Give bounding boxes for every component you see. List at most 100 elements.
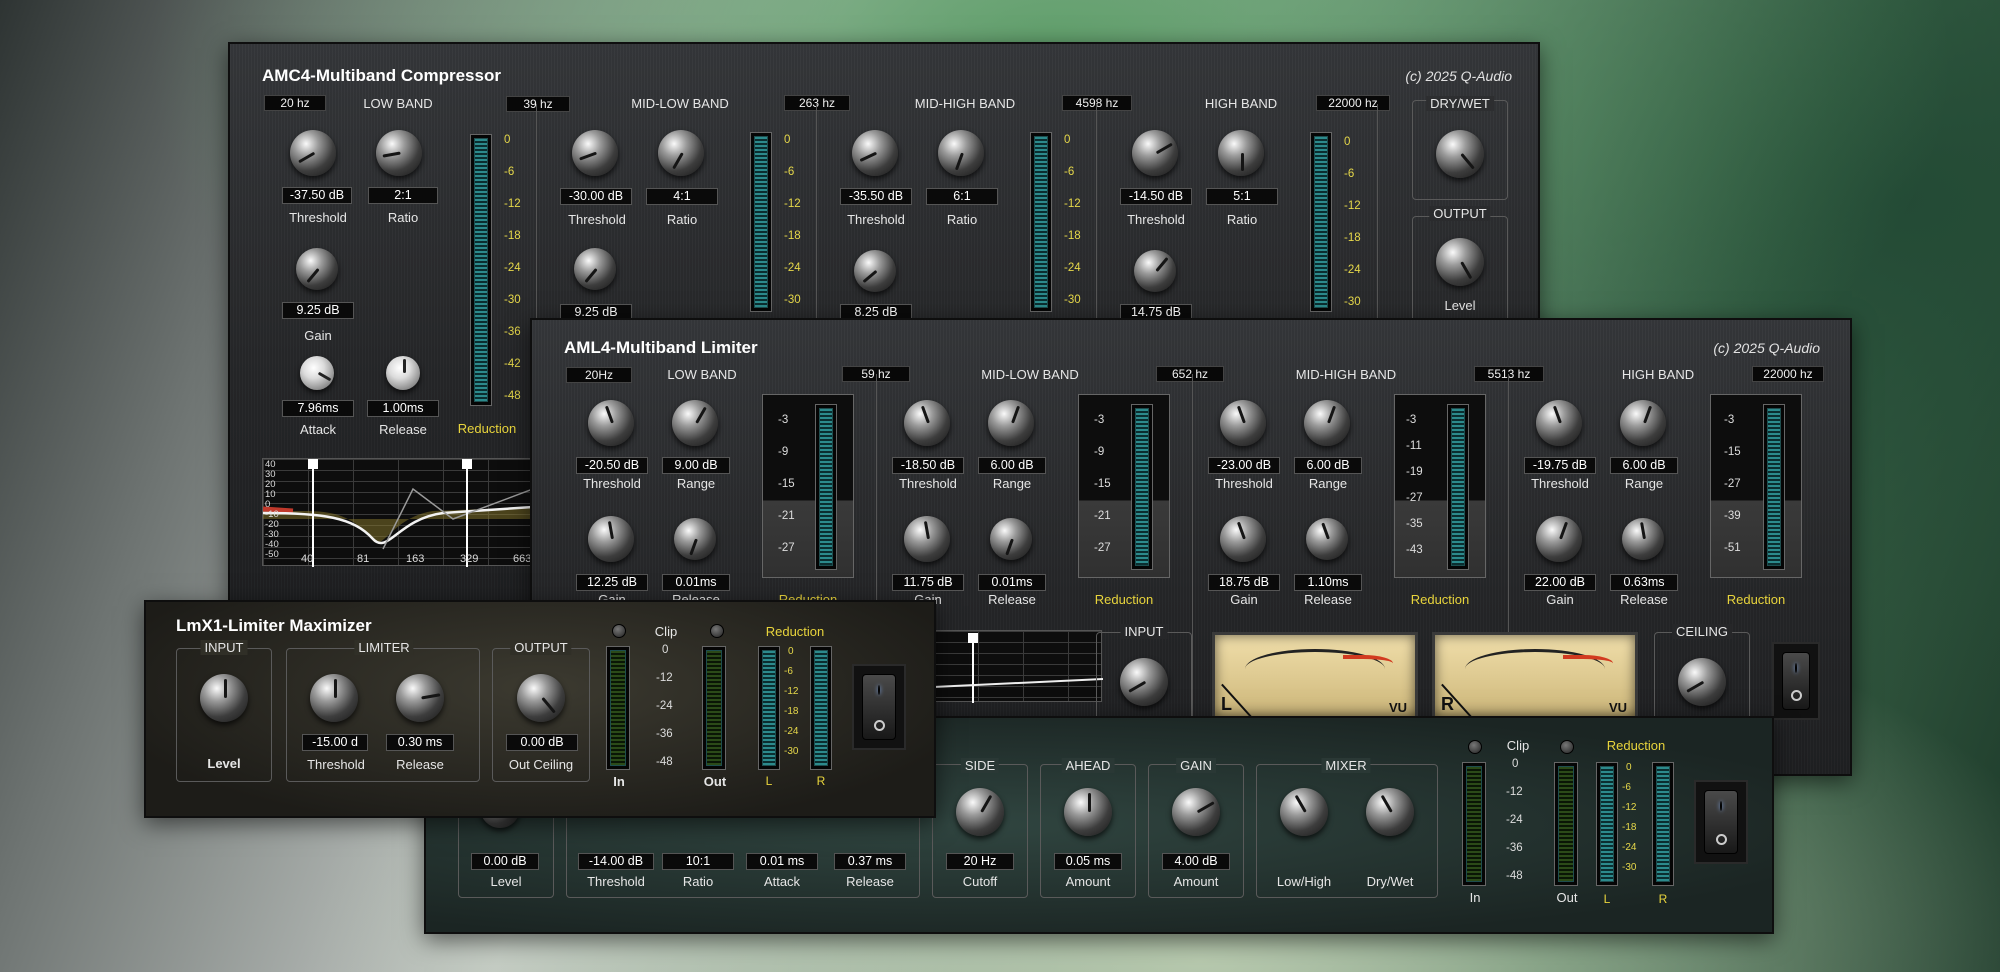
release-knob[interactable] <box>386 356 420 390</box>
aml4-freq-0[interactable]: 20Hz <box>566 367 632 383</box>
release-knob[interactable] <box>1306 518 1348 560</box>
gain-knob[interactable] <box>588 516 634 562</box>
gain-knob[interactable] <box>904 516 950 562</box>
ratio-label: Ratio <box>682 874 714 889</box>
range-value: 6.00 dB <box>978 457 1046 474</box>
meter-scale-label: -6 <box>1344 168 1355 180</box>
ratio-knob[interactable] <box>658 130 704 176</box>
meter-scale-label: 0 <box>1064 134 1071 146</box>
release-knob[interactable] <box>1622 518 1664 560</box>
threshold-knob[interactable] <box>1220 400 1266 446</box>
reduction-label: Reduction <box>765 624 825 639</box>
meter-scale-label: -30 <box>1064 294 1081 306</box>
meter-scale-label: -36 <box>504 326 521 338</box>
release-knob[interactable] <box>674 518 716 560</box>
side-cutoff-knob[interactable] <box>956 788 1004 836</box>
gain-knob[interactable] <box>1536 516 1582 562</box>
amc4-band-name: MID-LOW BAND <box>631 96 729 111</box>
output-level-knob[interactable] <box>1436 238 1484 286</box>
gain-knob[interactable] <box>1134 250 1176 292</box>
gain-knob[interactable] <box>854 250 896 292</box>
amc4-freq-2[interactable]: 263 hz <box>784 95 850 111</box>
amc4-freq-3[interactable]: 4598 hz <box>1062 95 1132 111</box>
gain-reduction-meter <box>1030 132 1052 312</box>
ratio-knob[interactable] <box>1218 130 1264 176</box>
reduction-meter-left <box>1596 762 1618 886</box>
fourth-power-switch[interactable] <box>1694 780 1748 864</box>
lowhigh-knob[interactable] <box>1280 788 1328 836</box>
release-label: Release <box>988 592 1036 607</box>
meter-scale-label: -6 <box>504 166 515 178</box>
release-knob[interactable] <box>396 674 444 722</box>
ratio-label: Ratio <box>946 212 978 227</box>
aml4-freq-2[interactable]: 652 hz <box>1156 366 1224 382</box>
ceiling-knob[interactable] <box>1678 658 1726 706</box>
clip-led-left <box>1468 740 1482 754</box>
threshold-knob[interactable] <box>1132 130 1178 176</box>
gain-reduction-bar <box>1447 404 1469 570</box>
meter-scale-label: -12 <box>504 198 521 210</box>
clip-led-right <box>1560 740 1574 754</box>
threshold-knob[interactable] <box>904 400 950 446</box>
threshold-knob[interactable] <box>1536 400 1582 446</box>
clip-scale: -36 <box>656 728 673 740</box>
ratio-knob[interactable] <box>938 130 984 176</box>
aml4-freq-4[interactable]: 22000 hz <box>1752 366 1824 382</box>
meter-scale-label: -30 <box>784 294 801 306</box>
reduction-scale: -12 <box>1622 802 1637 813</box>
attack-knob[interactable] <box>300 356 334 390</box>
range-value: 9.00 dB <box>662 457 730 474</box>
reduction-scale: -18 <box>1622 822 1637 833</box>
input-level-knob[interactable] <box>200 674 248 722</box>
ahead-knob[interactable] <box>1064 788 1112 836</box>
gain-knob[interactable] <box>296 248 338 290</box>
range-knob[interactable] <box>672 400 718 446</box>
aml4-freq-3[interactable]: 5513 hz <box>1474 366 1544 382</box>
threshold-knob[interactable] <box>310 674 358 722</box>
input-knob[interactable] <box>1120 658 1168 706</box>
attack-value: 7.96ms <box>282 400 354 417</box>
aml4-power-switch[interactable] <box>1772 642 1820 720</box>
meter-scale-label: 0 <box>1344 136 1351 148</box>
threshold-value: -20.50 dB <box>576 457 648 474</box>
amc4-freq-1[interactable]: 39 hz <box>506 96 570 112</box>
amc4-freq-4[interactable]: 22000 hz <box>1316 95 1390 111</box>
threshold-knob[interactable] <box>572 130 618 176</box>
amc4-freq-0[interactable]: 20 hz <box>264 95 326 111</box>
meter-scale-label: -27 <box>1724 478 1741 490</box>
input-meter <box>606 646 630 770</box>
attack-label: Attack <box>763 874 801 889</box>
threshold-value: -18.50 dB <box>892 457 964 474</box>
reduction-label: Reduction <box>1726 592 1786 607</box>
reduction-label: Reduction <box>457 421 517 436</box>
gain-knob[interactable] <box>1220 516 1266 562</box>
meter-scale-label: 0 <box>504 134 511 146</box>
threshold-label: Threshold <box>289 210 347 225</box>
gain-knob[interactable] <box>1172 788 1220 836</box>
range-knob[interactable] <box>1304 400 1350 446</box>
meter-scale-label: -27 <box>1094 542 1111 554</box>
threshold-knob[interactable] <box>852 130 898 176</box>
release-knob[interactable] <box>990 518 1032 560</box>
drywet-knob[interactable] <box>1366 788 1414 836</box>
eq-curve-display[interactable]: 40 30 20 10 0 -10 -20 -30 -40 -50 40 81 … <box>262 458 533 567</box>
range-knob[interactable] <box>988 400 1034 446</box>
limiter-curve-display[interactable] <box>932 630 1103 703</box>
reduction-scale: -30 <box>784 746 799 757</box>
range-knob[interactable] <box>1620 400 1666 446</box>
release-value: 1.00ms <box>367 400 439 417</box>
vu-channel-label: R <box>1441 694 1454 714</box>
gain-knob[interactable] <box>574 248 616 290</box>
threshold-knob[interactable] <box>290 130 336 176</box>
out-ceiling-knob[interactable] <box>517 674 565 722</box>
reduction-label: Reduction <box>1410 592 1470 607</box>
clip-led-right <box>710 624 724 638</box>
input-label: INPUT <box>200 640 248 655</box>
clip-scale: -24 <box>656 700 673 712</box>
threshold-knob[interactable] <box>588 400 634 446</box>
aml4-divider <box>1192 374 1193 754</box>
ratio-knob[interactable] <box>376 130 422 176</box>
drywet-knob[interactable] <box>1436 130 1484 178</box>
range-label: Range <box>1308 476 1348 491</box>
lmx1-power-switch[interactable] <box>852 664 906 750</box>
